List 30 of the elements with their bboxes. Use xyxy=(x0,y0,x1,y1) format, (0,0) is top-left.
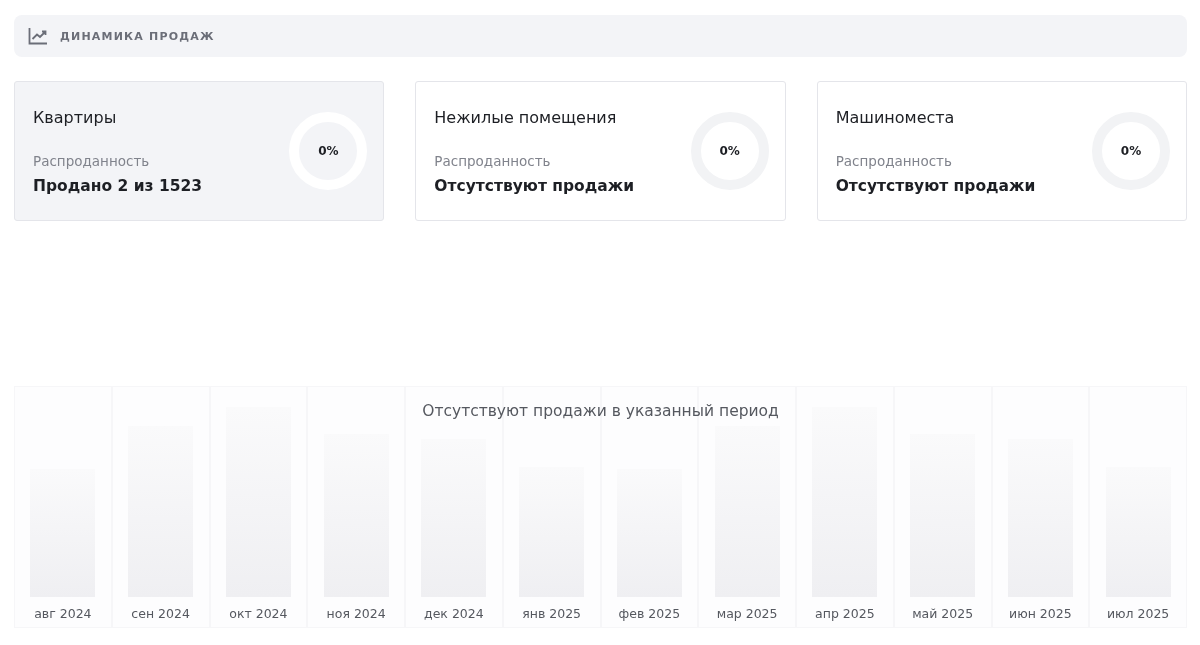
month-label: окт 2024 xyxy=(229,606,288,621)
month-label: сен 2024 xyxy=(131,606,190,621)
stats-card[interactable]: Нежилые помещения Распроданность Отсутствуют продажи 0% xyxy=(415,81,786,221)
card-label: Распроданность xyxy=(835,152,953,169)
line-chart-icon xyxy=(28,27,48,45)
card-value: Продано 2 из 1523 xyxy=(33,176,204,195)
percent-value: 0% xyxy=(1120,144,1142,158)
month-label: мар 2025 xyxy=(716,606,778,621)
month-label: авг 2024 xyxy=(34,606,92,621)
month-label: ноя 2024 xyxy=(326,606,386,621)
empty-message: Отсутствуют продажи в указанный период xyxy=(422,402,779,420)
card-label: Распроданность xyxy=(33,152,151,169)
section-title: ДИНАМИКА ПРОДАЖ xyxy=(60,29,215,43)
card-title: Квартиры xyxy=(33,107,118,127)
stats-card[interactable]: Квартиры Распроданность Продано 2 из 1523 0% xyxy=(14,81,385,221)
month-label: май 2025 xyxy=(912,606,974,621)
stats-card[interactable]: Машиноместа Распроданность Отсутствуют продажи 0% xyxy=(816,81,1187,221)
month-label: дек 2024 xyxy=(424,606,484,621)
month-label: фев 2025 xyxy=(618,606,681,621)
month-label: янв 2025 xyxy=(522,606,582,621)
card-title: Машиноместа xyxy=(835,107,956,127)
month-label: июл 2025 xyxy=(1106,606,1170,621)
month-label: апр 2025 xyxy=(815,606,875,621)
card-value: Отсутствуют продажи xyxy=(835,176,1037,195)
card-label: Распроданность xyxy=(434,152,552,169)
card-value: Отсутствуют продажи xyxy=(434,176,635,195)
card-title: Нежилые помещения xyxy=(434,107,618,127)
percent-value: 0% xyxy=(318,144,339,158)
percent-value: 0% xyxy=(719,144,740,158)
month-label: июн 2025 xyxy=(1009,606,1072,621)
